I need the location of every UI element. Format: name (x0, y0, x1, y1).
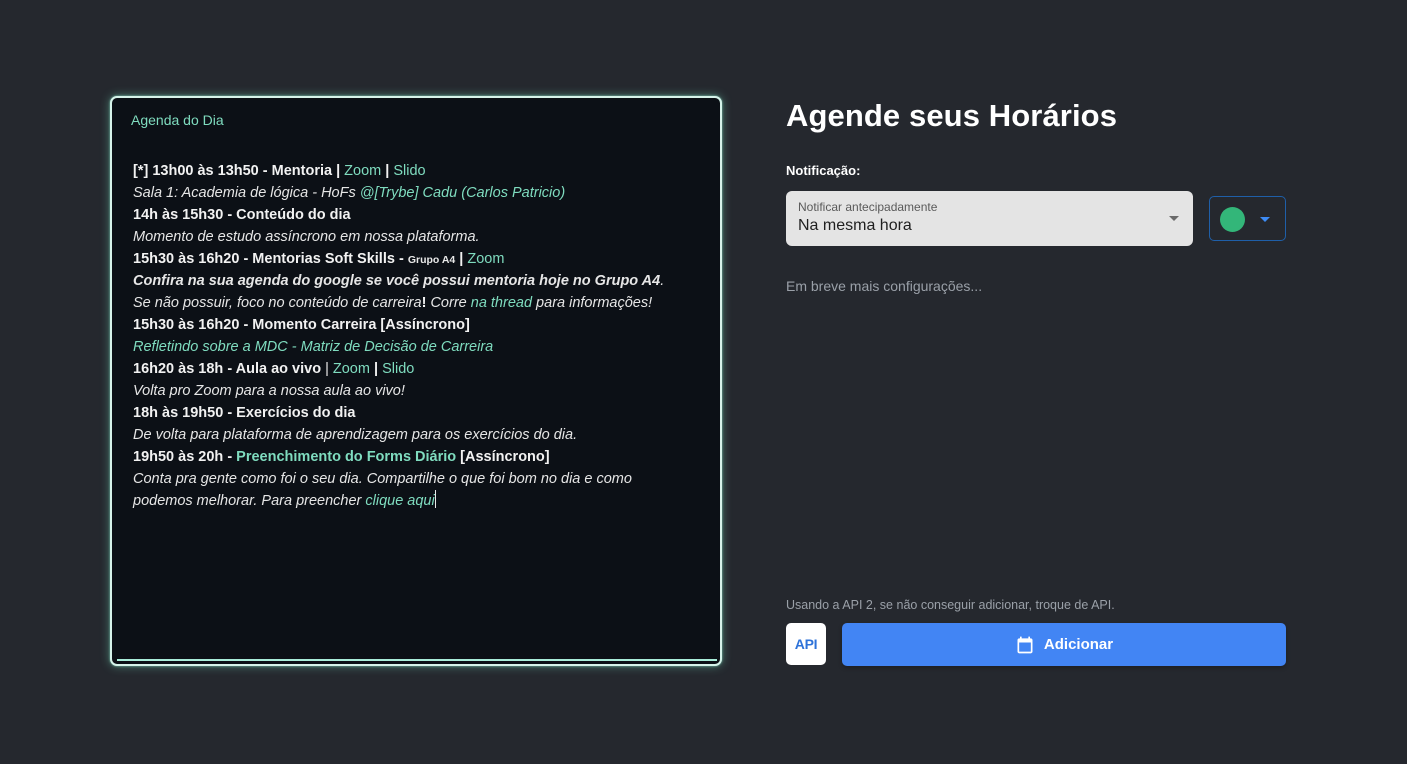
agenda-text-segment: 15h30 às 16h20 - Momento Carreira [Assín… (133, 317, 470, 333)
select-value: Na mesma hora (798, 217, 912, 234)
notify-in-advance-select[interactable]: Notificar antecipadamente Na mesma hora (786, 191, 1193, 246)
agenda-text-segment: | (381, 163, 394, 179)
agenda-text-segment: . (660, 273, 665, 289)
agenda-line: De volta para plataforma de aprendizagem… (133, 424, 703, 446)
agenda-editor[interactable]: Agenda do Dia [*] 13h00 às 13h50 - Mento… (110, 96, 722, 666)
agenda-text-segment: 15h30 às 16h20 - Mentorias Soft Skills - (133, 251, 408, 267)
agenda-text-segment: Confira na sua agenda do google se você … (133, 273, 661, 289)
agenda-link[interactable]: Zoom (467, 251, 504, 267)
agenda-line: 16h20 às 18h - Aula ao vivo | Zoom | Sli… (133, 358, 703, 380)
agenda-text-segment: De volta para plataforma de aprendizagem… (133, 427, 578, 443)
agenda-line: Se não possuir, foco no conteúdo de carr… (133, 292, 703, 314)
agenda-text-segment: | (455, 251, 468, 267)
agenda-link[interactable]: Zoom (333, 361, 370, 377)
agenda-text-segment: [Assíncrono] (456, 449, 550, 465)
agenda-text-segment: Se não possuir, foco no conteúdo de carr… (133, 295, 422, 311)
agenda-link[interactable]: Preenchimento do Forms Diário (236, 449, 456, 465)
select-floating-label: Notificar antecipadamente (798, 200, 938, 214)
agenda-text-segment: Grupo A4 (407, 254, 456, 266)
agenda-text-segment: | (321, 361, 333, 377)
agenda-text-segment: | (369, 361, 383, 377)
agenda-text-segment: Corre (426, 295, 471, 311)
agenda-line: podemos melhorar. Para preencher clique … (133, 490, 703, 512)
text-cursor (434, 490, 436, 508)
agenda-text-segment: 19h50 às 20h - (133, 449, 237, 465)
agenda-text-segment: Conta pra gente como foi o seu dia. Comp… (133, 471, 632, 487)
add-button-label: Adicionar (1043, 636, 1114, 653)
switch-api-button[interactable]: API (786, 623, 826, 665)
color-swatch (1220, 207, 1245, 232)
agenda-line: Sala 1: Academia de lógica - HoFs @[Tryb… (133, 182, 703, 204)
coming-soon-text: Em breve mais configurações... (786, 278, 983, 294)
agenda-line: [*] 13h00 às 13h50 - Mentoria | Zoom | S… (133, 160, 703, 182)
agenda-focus-underline (117, 659, 717, 661)
agenda-link[interactable]: Slido (382, 361, 414, 377)
agenda-text-segment: Volta pro Zoom para a nossa aula ao vivo… (133, 383, 405, 399)
agenda-line: 14h às 15h30 - Conteúdo do dia (133, 204, 703, 226)
agenda-line: 19h50 às 20h - Preenchimento do Forms Di… (133, 446, 703, 468)
agenda-line: 15h30 às 16h20 - Momento Carreira [Assín… (133, 314, 703, 336)
page: Agenda do Dia [*] 13h00 às 13h50 - Mento… (0, 0, 1407, 764)
agenda-text[interactable]: [*] 13h00 às 13h50 - Mentoria | Zoom | S… (133, 160, 703, 512)
dropdown-arrow-icon (1169, 216, 1179, 221)
agenda-line: Volta pro Zoom para a nossa aula ao vivo… (133, 380, 703, 402)
event-color-picker[interactable] (1209, 196, 1286, 241)
agenda-label: Agenda do Dia (131, 112, 224, 128)
agenda-text-segment: Momento de estudo assíncrono em nossa pl… (133, 229, 480, 245)
agenda-link[interactable]: Refletindo sobre a MDC - Matriz de Decis… (133, 339, 493, 355)
page-title: Agende seus Horários (786, 98, 1118, 133)
agenda-line: 18h às 19h50 - Exercícios do dia (133, 402, 703, 424)
agenda-link[interactable]: clique aqui (365, 493, 434, 509)
agenda-text-segment: para informações! (532, 295, 653, 311)
agenda-text-segment: [*] 13h00 às 13h50 - Mentoria | (133, 163, 345, 179)
agenda-line: 15h30 às 16h20 - Mentorias Soft Skills -… (133, 248, 703, 270)
notification-label: Notificação: (786, 163, 861, 178)
agenda-line: Confira na sua agenda do google se você … (133, 270, 703, 292)
chevron-down-icon (1260, 217, 1270, 222)
agenda-link[interactable]: @[Trybe] Cadu (Carlos Patricio) (360, 185, 565, 201)
agenda-text-segment: podemos melhorar. Para preencher (133, 493, 366, 509)
agenda-text-segment: 14h às 15h30 - Conteúdo do dia (133, 207, 351, 223)
agenda-text-segment: 16h20 às 18h - Aula ao vivo (133, 361, 322, 377)
add-button[interactable]: Adicionar (842, 623, 1286, 666)
calendar-icon (1017, 636, 1033, 653)
api-note: Usando a API 2, se não conseguir adicion… (786, 598, 1115, 612)
agenda-link[interactable]: Zoom (344, 163, 381, 179)
agenda-text-segment: Sala 1: Academia de lógica - HoFs (133, 185, 360, 201)
agenda-line: Conta pra gente como foi o seu dia. Comp… (133, 468, 703, 490)
agenda-line: Refletindo sobre a MDC - Matriz de Decis… (133, 336, 703, 358)
agenda-line: Momento de estudo assíncrono em nossa pl… (133, 226, 703, 248)
api-button-label: API (794, 636, 818, 652)
agenda-link[interactable]: na thread (471, 295, 532, 311)
agenda-text-segment: 18h às 19h50 - Exercícios do dia (133, 405, 356, 421)
agenda-link[interactable]: Slido (393, 163, 425, 179)
